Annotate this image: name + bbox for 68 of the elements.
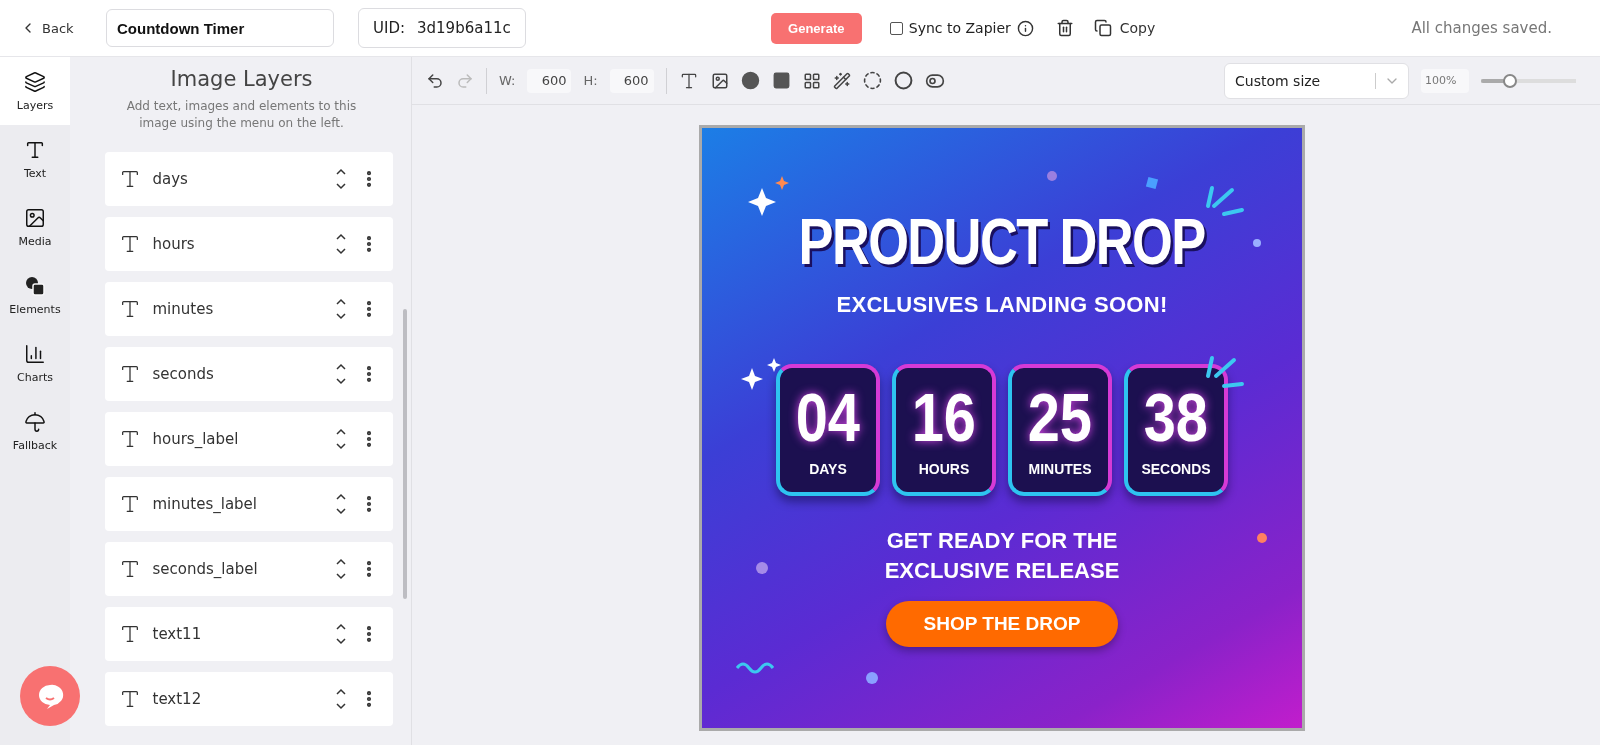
layer-item[interactable]: seconds_label — [104, 541, 393, 596]
layers-icon — [24, 70, 46, 93]
image-icon — [24, 206, 46, 229]
reorder-icon[interactable] — [334, 622, 347, 645]
countdown-unit: MINUTES — [1028, 461, 1092, 477]
countdown-number: 38 — [1143, 383, 1209, 451]
layer-item[interactable]: text11 — [104, 606, 393, 661]
reorder-icon[interactable] — [334, 362, 347, 385]
panel-title: Image Layers — [170, 67, 313, 91]
sidebar-item[interactable]: Media — [0, 193, 70, 261]
countdown-unit: SECONDS — [1141, 461, 1211, 477]
sidebar-item[interactable]: Text — [0, 125, 70, 193]
width-field[interactable]: 600 — [527, 68, 572, 93]
slider-thumb[interactable] — [1502, 73, 1517, 88]
back-button[interactable]: Back — [20, 20, 106, 36]
info-icon[interactable] — [1016, 19, 1034, 37]
reorder-icon[interactable] — [334, 167, 347, 190]
countdown-number: 25 — [1027, 383, 1093, 451]
square-tool-icon[interactable] — [771, 71, 791, 90]
sidebar-item[interactable]: Elements — [0, 261, 70, 329]
panel-hint: Add text, images and elements to this image using the menu on the left. — [125, 98, 358, 132]
reorder-icon[interactable] — [334, 557, 347, 580]
save-status: All changes saved. — [1411, 19, 1552, 37]
countdown-unit: DAYS — [809, 461, 847, 477]
layer-item[interactable]: minutes — [104, 281, 393, 336]
height-label: H: — [583, 73, 598, 88]
layer-item[interactable]: hours — [104, 216, 393, 271]
zoom-value: 100% — [1421, 68, 1469, 93]
layer-item[interactable]: days — [104, 151, 393, 206]
shapes-icon — [24, 274, 46, 297]
copy-button[interactable]: Copy — [1093, 19, 1156, 37]
banner-tagline: GET READY FOR THE — [886, 527, 1118, 555]
banner-tagline: EXCLUSIVE RELEASE — [884, 556, 1120, 585]
countdown-number: 04 — [795, 383, 861, 451]
copy-icon — [1093, 19, 1112, 37]
banner-subheading: EXCLUSIVES LANDING SOON! — [836, 292, 1168, 318]
width-label: W: — [499, 73, 516, 88]
uid-field: UID: 3d19b6a11c — [358, 8, 526, 48]
reorder-icon[interactable] — [334, 492, 347, 515]
countdown-unit: HOURS — [918, 461, 970, 477]
magic-wand-icon[interactable] — [832, 71, 851, 90]
reorder-icon[interactable] — [334, 232, 347, 255]
sidebar-item[interactable]: Layers — [0, 57, 70, 125]
bar-chart-icon — [24, 342, 46, 365]
title-field[interactable]: Countdown Timer — [106, 9, 334, 47]
sync-checkbox[interactable] — [889, 21, 903, 35]
circle-tool-icon[interactable] — [740, 71, 760, 90]
reorder-icon[interactable] — [334, 297, 347, 320]
scrollbar-thumb[interactable] — [403, 309, 407, 599]
banner-headline: PRODUCT DROP — [799, 210, 1205, 274]
grid-tool-icon[interactable] — [802, 71, 821, 90]
circle-outline-icon[interactable] — [893, 71, 913, 90]
delete-button[interactable] — [1055, 19, 1074, 37]
layer-item[interactable]: text12 — [104, 671, 393, 726]
sidebar-item[interactable]: Fallback — [0, 397, 70, 465]
size-dropdown[interactable]: Custom size — [1224, 62, 1409, 99]
undo-button[interactable] — [426, 71, 444, 90]
reorder-icon[interactable] — [334, 687, 347, 710]
layer-item[interactable]: hours_label — [104, 411, 393, 466]
umbrella-icon — [24, 410, 46, 433]
sync-label: Sync to Zapier — [908, 20, 1011, 36]
reorder-icon[interactable] — [334, 427, 347, 450]
image-tool-icon[interactable] — [710, 71, 729, 90]
height-field[interactable]: 600 — [609, 68, 654, 93]
layer-item[interactable]: seconds — [104, 346, 393, 401]
countdown-number: 16 — [911, 383, 977, 451]
sidebar-item[interactable]: Charts — [0, 329, 70, 397]
layer-item[interactable]: minutes_label — [104, 476, 393, 531]
